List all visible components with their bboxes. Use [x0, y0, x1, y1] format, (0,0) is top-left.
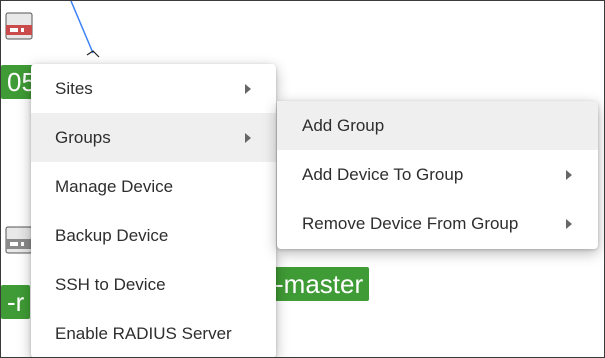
- menu-item-enable-radius-server[interactable]: Enable RADIUS Server: [31, 309, 276, 357]
- topology-canvas[interactable]: 05 -r -master Sites Groups Manage Device…: [0, 0, 605, 358]
- menu-item-label: SSH to Device: [55, 274, 166, 294]
- menu-item-label: Add Group: [302, 115, 385, 135]
- menu-item-add-device-to-group[interactable]: Add Device To Group: [277, 150, 598, 199]
- menu-item-label: Remove Device From Group: [302, 213, 519, 233]
- router-icon[interactable]: [5, 223, 33, 263]
- menu-item-ssh-to-device[interactable]: SSH to Device: [31, 260, 276, 309]
- chevron-right-icon: [564, 218, 574, 230]
- menu-item-add-group[interactable]: Add Group: [277, 101, 598, 150]
- menu-item-sites[interactable]: Sites: [31, 64, 276, 113]
- node-label[interactable]: -r: [1, 285, 31, 319]
- menu-item-remove-device-from-group[interactable]: Remove Device From Group: [277, 199, 598, 248]
- menu-item-label: Backup Device: [55, 225, 169, 245]
- menu-item-label: Groups: [55, 127, 111, 147]
- chevron-right-icon: [243, 83, 253, 95]
- context-menu: Sites Groups Manage Device Backup Device…: [31, 64, 276, 357]
- groups-submenu: Add Group Add Device To Group Remove Dev…: [277, 101, 598, 249]
- chevron-right-icon: [243, 132, 253, 144]
- router-icon[interactable]: [5, 3, 33, 43]
- menu-item-groups[interactable]: Groups: [31, 113, 276, 162]
- menu-item-label: Sites: [55, 78, 93, 98]
- menu-item-label: Manage Device: [55, 176, 174, 196]
- menu-item-manage-device[interactable]: Manage Device: [31, 162, 276, 211]
- node-label[interactable]: -master: [269, 267, 370, 301]
- menu-item-label: Add Device To Group: [302, 164, 464, 184]
- menu-item-label: Enable RADIUS Server: [55, 323, 232, 343]
- menu-item-backup-device[interactable]: Backup Device: [31, 211, 276, 260]
- chevron-right-icon: [564, 169, 574, 181]
